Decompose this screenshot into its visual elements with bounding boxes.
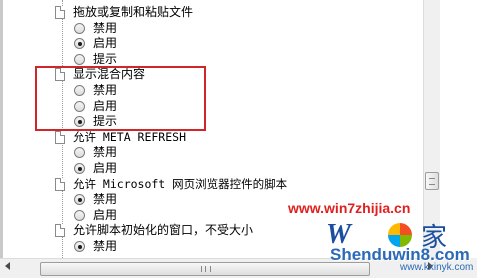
setting-option-label[interactable]: 禁用 bbox=[93, 191, 117, 207]
scroll-grip-icon bbox=[201, 266, 211, 272]
watermark-url: www.win7zhijia.cn bbox=[288, 200, 411, 216]
setting-option-label[interactable]: 禁用 bbox=[93, 238, 117, 254]
radio-unselected-icon[interactable] bbox=[74, 53, 85, 65]
radio-unselected-icon[interactable] bbox=[74, 22, 85, 34]
setting-document-icon bbox=[55, 224, 65, 238]
setting-group-label: 允许 META REFRESH bbox=[73, 129, 187, 144]
radio-selected-icon[interactable] bbox=[74, 194, 85, 206]
setting-option-label[interactable]: 禁用 bbox=[93, 20, 117, 36]
scroll-left-arrow-icon[interactable] bbox=[5, 262, 10, 270]
radio-selected-icon[interactable] bbox=[74, 241, 85, 252]
settings-pane: 拖放或复制和粘贴文件 禁用 启用 提示 显示混合内容 禁用 启用 提示 允许 META REFR… bbox=[0, 0, 477, 278]
windows-flag-icon bbox=[388, 223, 412, 247]
radio-selected-icon[interactable] bbox=[74, 163, 85, 174]
setting-document-icon bbox=[55, 177, 65, 191]
setting-option-label[interactable]: 启用 bbox=[93, 207, 117, 223]
setting-option-label[interactable]: 禁用 bbox=[93, 144, 117, 160]
setting-group-label: 拖放或复制和粘贴文件 bbox=[73, 5, 194, 19]
vertical-scroll-thumb[interactable] bbox=[425, 172, 439, 190]
horizontal-scroll-thumb[interactable] bbox=[40, 262, 370, 276]
setting-document-icon bbox=[55, 130, 65, 144]
radio-selected-icon[interactable] bbox=[74, 38, 85, 50]
setting-option-label[interactable]: 提示 bbox=[93, 51, 117, 67]
setting-group-label: 允许 Microsoft 网页浏览器控件的脚本 bbox=[73, 176, 288, 191]
watermark-site-secondary: www.kxinyk.com bbox=[400, 262, 474, 273]
radio-unselected-icon[interactable] bbox=[74, 147, 85, 159]
setting-option-label[interactable]: 启用 bbox=[93, 35, 117, 51]
highlight-box-mixed-content bbox=[35, 66, 206, 131]
radio-unselected-icon[interactable] bbox=[74, 209, 85, 221]
setting-document-icon bbox=[55, 6, 65, 19]
setting-option-label[interactable]: 启用 bbox=[93, 160, 117, 176]
setting-group-label: 允许脚本初始化的窗口，不受大小 bbox=[73, 223, 254, 238]
